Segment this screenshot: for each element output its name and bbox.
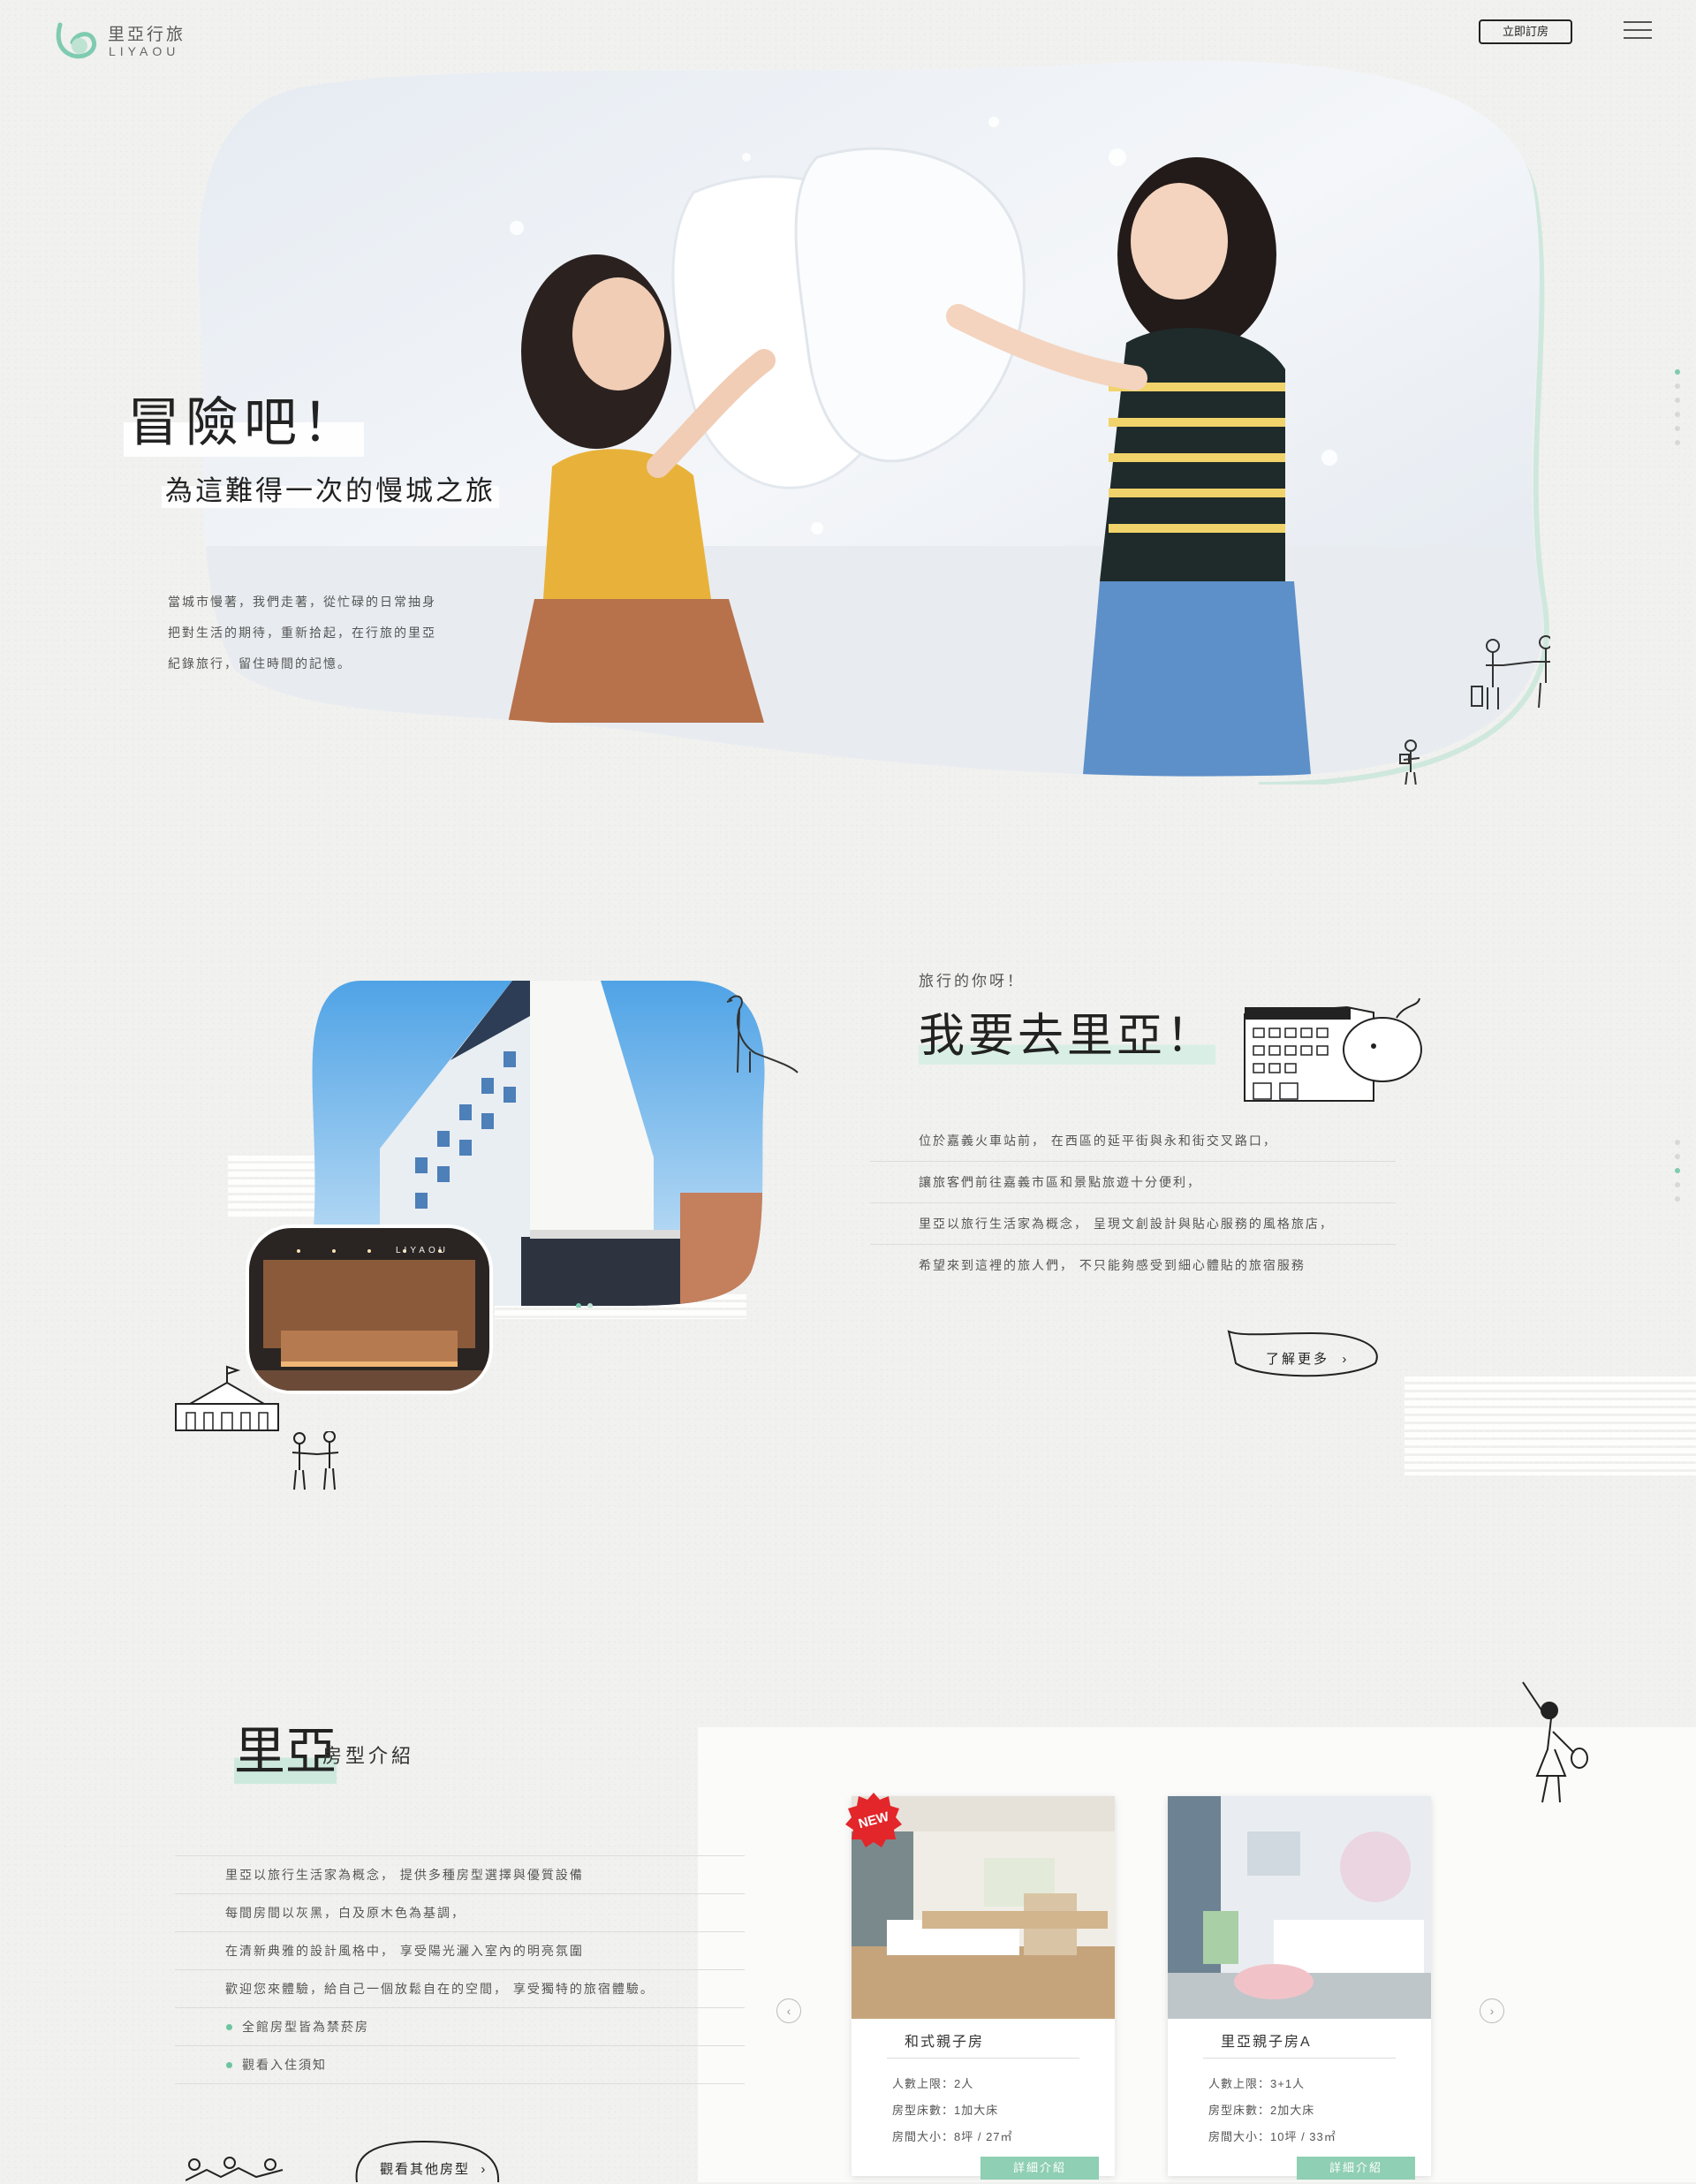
logo-mark-icon (56, 22, 97, 59)
rooms-line: 里亞以旅行生活家為概念， 提供多種房型選擇與優質設備 (175, 1856, 745, 1894)
hero-subtitle: 為這難得一次的慢城之旅 (162, 468, 499, 508)
about-line: 里亞以旅行生活家為概念， 呈現文創設計與貼心服務的風格旅店， (870, 1203, 1396, 1245)
about-title: 我要去里亞！ (919, 998, 1216, 1065)
room-name: 里亞親子房A (1221, 2035, 1312, 2050)
lobby-sign-text: LIYAOU (396, 1246, 449, 1255)
paper-stripes (228, 1156, 316, 1219)
rooms-line: 歡迎您來體驗，給自己一個放鬆自在的空間， 享受獨特的旅宿體驗。 (175, 1970, 745, 2008)
logo-text-cn: 里亞行旅 (108, 26, 186, 44)
room-size: 房間大小：10坪 / 33㎡ (1208, 2130, 1336, 2143)
book-now-button[interactable]: 立即訂房 (1479, 19, 1572, 44)
chevron-right-icon: › (475, 2162, 488, 2177)
room-capacity: 人數上限：3+1人 (1208, 2077, 1306, 2090)
about-line: 讓旅客們前往嘉義市區和景點旅遊十分便利， (870, 1162, 1396, 1203)
room-capacity: 人數上限：2人 (892, 2077, 974, 2090)
chevron-right-icon: › (1336, 1352, 1350, 1367)
room-name: 和式親子房 (905, 2035, 985, 2050)
chevron-right-icon: › (1489, 2004, 1495, 2018)
room-photo (1168, 1796, 1431, 2019)
logo-text-en: LIYAOU (109, 44, 180, 58)
rooms-title: 里亞 (234, 1710, 337, 1784)
hotel-whale-doodle-icon (1244, 997, 1422, 1102)
lobby-photo: LIYAOU (246, 1225, 493, 1394)
dancing-girl-doodle-icon (1522, 1681, 1588, 1803)
divider (1203, 2058, 1396, 2059)
about-kicker: 旅行的你呀！ (919, 973, 1025, 990)
paper-stripes (1404, 1376, 1696, 1475)
learn-more-text[interactable]: 了解更多 (1266, 1352, 1329, 1367)
room-card[interactable]: 里亞親子房A 人數上限：3+1人 房型床數：2加大床 房間大小：10坪 / 33… (1168, 1796, 1431, 2180)
section-dots-1[interactable] (1675, 369, 1682, 454)
menu-icon[interactable] (1624, 21, 1652, 41)
hero-intro-line: 當城市慢著，我們走著，從忙碌的日常抽身 (168, 595, 436, 609)
hero-title: 冒險吧！ (124, 380, 364, 457)
hero-intro-line: 把對生活的期待，重新拾起，在行旅的里亞 (168, 626, 436, 640)
non-smoking-note: 全館房型皆為禁菸房 (175, 2008, 745, 2046)
room-beds: 房型床數：1加大床 (892, 2104, 999, 2117)
dinosaur-doodle-icon (726, 995, 799, 1073)
room-size: 房間大小：8坪 / 27㎡ (892, 2130, 1013, 2143)
hero-intro-line: 紀錄旅行，留住時間的記憶。 (168, 656, 352, 671)
site-logo[interactable]: 里亞行旅 LIYAOU (53, 19, 186, 62)
travelers-doodle-icon (186, 2157, 284, 2181)
rooms-text: 里亞以旅行生活家為概念， 提供多種房型選擇與優質設備 每間房間以灰黑，白及原木色… (175, 1855, 745, 2084)
checkin-notice-link[interactable]: 觀看入住須知 (175, 2046, 745, 2084)
hero-intro: 當城市慢著，我們走著，從忙碌的日常抽身 把對生活的期待，重新拾起，在行旅的里亞 … (168, 587, 468, 679)
section-dots-2[interactable] (1675, 1140, 1682, 1210)
learn-more-label[interactable]: 了解更多 › (1266, 1349, 1349, 1368)
couple-doodle-icon (292, 1431, 339, 1490)
about-line: 位於嘉義火車站前， 在西區的延平街與永和街交叉路口， (870, 1120, 1396, 1162)
about-text: 位於嘉義火車站前， 在西區的延平街與永和街交叉路口， 讓旅客們前往嘉義市區和景點… (870, 1120, 1396, 1285)
room-beds: 房型床數：2加大床 (1208, 2104, 1315, 2117)
divider (887, 2058, 1079, 2059)
new-badge: NEW (845, 1793, 902, 1847)
rooms-line: 每間房間以灰黑，白及原木色為基調， (175, 1894, 745, 1932)
about-line: 希望來到這裡的旅人們， 不只能夠感受到細心體貼的旅宿服務 (919, 1258, 1306, 1272)
more-rooms-text[interactable]: 觀看其他房型 (380, 2162, 470, 2177)
room-detail-button[interactable]: 詳細介紹 (1297, 2157, 1415, 2180)
chevron-left-icon: ‹ (786, 2004, 791, 2018)
carousel-prev-button[interactable]: ‹ (776, 1998, 801, 2023)
more-rooms-label[interactable]: 觀看其他房型 › (380, 2159, 487, 2178)
station-doodle-icon (175, 1365, 279, 1431)
carousel-next-button[interactable]: › (1480, 1998, 1504, 2023)
room-detail-button[interactable]: 詳細介紹 (980, 2157, 1099, 2180)
rooms-subtitle: 房型介紹 (322, 1745, 415, 1767)
room-card[interactable]: NEW 和式親子房 人數上限：2人 房型床數：1加大床 房間大小：8坪 / 27… (845, 1793, 1115, 2180)
rooms-line: 在清新典雅的設計風格中， 享受陽光灑入室內的明亮氛圍 (175, 1932, 745, 1970)
